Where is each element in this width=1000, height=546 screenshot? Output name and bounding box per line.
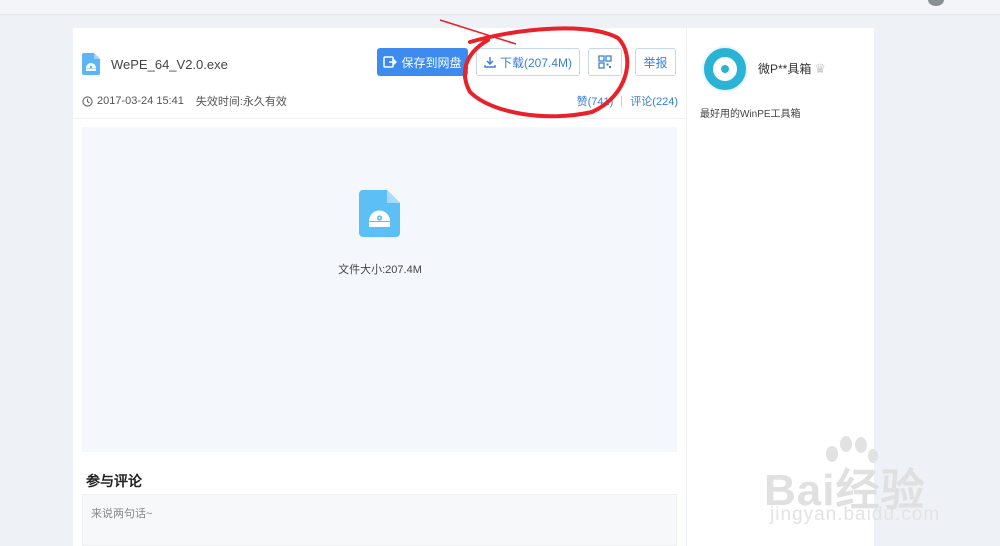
user-avatar[interactable] [702, 46, 748, 92]
download-button[interactable]: 下载(207.4M) [476, 48, 580, 76]
clock-icon [82, 95, 93, 107]
divider [73, 118, 686, 119]
watermark-sub: jingyan.baidu.com [770, 504, 941, 525]
user-name-row: 微P**具箱 ♛ [758, 60, 826, 77]
save-icon [383, 56, 398, 68]
like-link[interactable]: 赞(741) [577, 93, 614, 109]
qrcode-icon [598, 55, 612, 69]
comment-link[interactable]: 评论(224) [630, 93, 678, 109]
watermark: Bai经验 jingyan.baidu.com [764, 436, 1000, 546]
download-label: 下载(207.4M) [499, 55, 573, 70]
upload-date: 2017-03-24 15:41 [97, 95, 184, 107]
top-bar [0, 0, 1000, 15]
user-description: 最好用的WinPE工具箱 [700, 109, 801, 120]
topbar-avatar[interactable] [928, 0, 944, 6]
comments-title: 参与评论 [86, 473, 142, 489]
file-size: 文件大小:207.4M [338, 264, 422, 276]
expiry-value: 永久有效 [242, 96, 287, 108]
file-preview-icon [359, 190, 400, 237]
report-button[interactable]: 举报 [635, 48, 676, 76]
expiry-label: 失效时间: [195, 96, 243, 108]
user-name[interactable]: 微P**具箱 [758, 60, 811, 77]
download-icon [484, 57, 496, 68]
save-label: 保存到网盘 [401, 55, 462, 70]
crown-icon: ♛ [814, 60, 827, 76]
file-preview [82, 127, 677, 452]
qrcode-button[interactable] [588, 48, 622, 76]
file-meta: 2017-03-24 15:41 失效时间: 永久有效 [82, 93, 287, 109]
save-to-disk-button[interactable]: 保存到网盘 [377, 48, 468, 76]
file-name: WePE_64_V2.0.exe [111, 57, 228, 72]
comment-input[interactable]: 来说两句话~ [82, 494, 677, 546]
file-icon [82, 53, 100, 75]
stats: 赞(741) 评论(224) [560, 93, 678, 109]
